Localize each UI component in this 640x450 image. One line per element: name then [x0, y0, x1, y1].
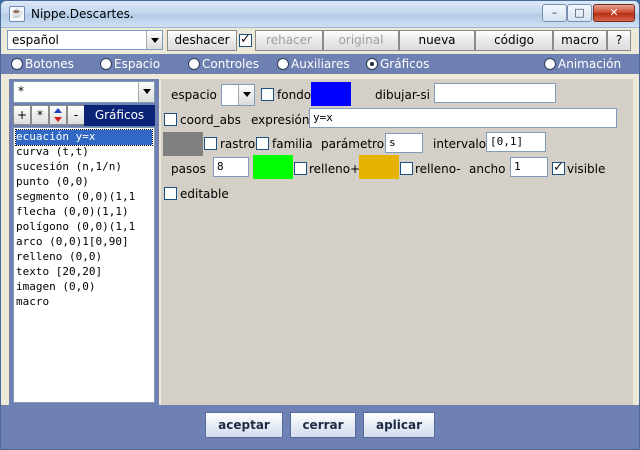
editor-window: ☕ Nippe.Descartes. – □ ✕ español deshace…: [0, 0, 640, 450]
java-app-icon: ☕: [9, 6, 25, 22]
tab-espacio[interactable]: Espacio: [100, 57, 180, 71]
radio-selected-icon: [366, 58, 378, 70]
relleno-minus-label: relleno-: [415, 162, 461, 176]
fondo-color-swatch[interactable]: [311, 82, 351, 106]
cancel-button[interactable]: cerrar: [290, 412, 356, 438]
remove-button[interactable]: -: [67, 105, 85, 125]
radio-icon: [188, 58, 200, 70]
up-down-arrows-icon: [54, 108, 62, 122]
list-item[interactable]: sucesión (n,1/n): [16, 160, 152, 175]
tab-controles[interactable]: Controles: [188, 57, 268, 71]
list-item[interactable]: ecuación y=x: [15, 129, 153, 146]
list-item[interactable]: macro: [16, 295, 152, 310]
duplicate-button[interactable]: *: [31, 105, 49, 125]
coord-abs-label: coord_abs: [180, 113, 241, 127]
list-item[interactable]: polígono (0,0)(1,1: [16, 220, 152, 235]
language-select[interactable]: español: [7, 30, 163, 50]
title-bar[interactable]: ☕ Nippe.Descartes. – □ ✕: [1, 1, 639, 28]
relleno-plus-label: relleno+: [309, 162, 361, 176]
undo-button[interactable]: deshacer: [167, 30, 237, 51]
language-value: español: [12, 33, 59, 47]
espacio-select[interactable]: [221, 84, 255, 106]
tab-graficos[interactable]: Gráficos: [366, 57, 446, 71]
rastro-label: rastro: [220, 137, 256, 151]
tab-auxiliares[interactable]: Auxiliares: [277, 57, 357, 71]
relleno-plus-color-swatch[interactable]: [253, 155, 293, 179]
maximize-button[interactable]: □: [567, 4, 592, 22]
properties-panel: espacio fondo dibujar-si coord_abs expre…: [161, 79, 633, 405]
tab-botones[interactable]: Botones: [11, 57, 91, 71]
expresion-label: expresión: [251, 113, 310, 127]
list-item[interactable]: segmento (0,0)(1,1: [16, 190, 152, 205]
undo-checkbox[interactable]: [239, 32, 252, 47]
radio-icon: [277, 58, 289, 70]
category-tabs: Botones Espacio Controles Auxiliares Grá…: [1, 54, 639, 74]
familia-label: familia: [272, 137, 313, 151]
help-button[interactable]: ?: [607, 30, 631, 51]
dialog-button-bar: aceptar cerrar aplicar: [1, 405, 639, 449]
apply-button[interactable]: aplicar: [363, 412, 435, 438]
add-button[interactable]: +: [13, 105, 31, 125]
graphics-list-panel: * + * - Gráficos ecuación y=x curva (t,t…: [9, 79, 159, 405]
rastro-checkbox[interactable]: [204, 137, 217, 150]
chevron-down-icon[interactable]: [146, 31, 162, 49]
chevron-down-icon[interactable]: [238, 85, 254, 105]
radio-icon: [544, 58, 556, 70]
fondo-checkbox[interactable]: [261, 88, 274, 101]
intervalo-input[interactable]: [0,1]: [486, 132, 546, 152]
list-item[interactable]: texto [20,20]: [16, 265, 152, 280]
ancho-input[interactable]: 1: [510, 157, 548, 177]
new-button[interactable]: nueva: [399, 30, 475, 51]
visible-label: visible: [567, 162, 606, 176]
radio-icon: [100, 58, 112, 70]
code-button[interactable]: código: [475, 30, 553, 51]
relleno-minus-color-swatch[interactable]: [359, 155, 399, 179]
filter-select[interactable]: *: [13, 81, 155, 103]
relleno-minus-checkbox[interactable]: [400, 162, 413, 175]
expresion-input[interactable]: y=x: [309, 108, 617, 128]
dibujar-si-input[interactable]: [434, 83, 556, 103]
original-button[interactable]: original: [323, 30, 399, 51]
relleno-plus-checkbox[interactable]: [294, 162, 307, 175]
intervalo-label: intervalo: [433, 137, 487, 151]
redo-button[interactable]: rehacer: [255, 30, 323, 51]
dibujar-si-label: dibujar-si: [375, 88, 430, 102]
list-item[interactable]: imagen (0,0): [16, 280, 152, 295]
list-item[interactable]: punto (0,0): [16, 175, 152, 190]
pasos-label: pasos: [171, 162, 206, 176]
window-title: Nippe.Descartes.: [31, 7, 134, 21]
espacio-label: espacio: [171, 88, 217, 102]
parametro-label: parámetro: [321, 137, 385, 151]
visible-checkbox[interactable]: [552, 160, 565, 175]
editable-checkbox[interactable]: [164, 187, 177, 200]
list-item[interactable]: relleno (0,0): [16, 250, 152, 265]
fondo-label: fondo: [277, 88, 312, 102]
coord-abs-checkbox[interactable]: [164, 113, 177, 126]
ancho-label: ancho: [469, 162, 506, 176]
minimize-button[interactable]: –: [542, 4, 567, 22]
list-item[interactable]: curva (t,t): [16, 145, 152, 160]
graphics-list[interactable]: ecuación y=x curva (t,t) sucesión (n,1/n…: [13, 127, 155, 403]
graficos-section-button[interactable]: Gráficos: [84, 105, 155, 126]
pasos-input[interactable]: 8: [213, 157, 249, 177]
list-item[interactable]: flecha (0,0)(1,1): [16, 205, 152, 220]
radio-icon: [11, 58, 23, 70]
familia-checkbox[interactable]: [256, 137, 269, 150]
move-up-down-button[interactable]: [49, 105, 67, 125]
toolbar: español deshacer rehacer original nueva …: [5, 30, 635, 52]
list-item[interactable]: arco (0,0)1[0,90]: [16, 235, 152, 250]
tab-animacion[interactable]: Animación: [544, 57, 624, 71]
accept-button[interactable]: aceptar: [205, 412, 283, 438]
macro-button[interactable]: macro: [553, 30, 607, 51]
editable-label: editable: [180, 187, 229, 201]
filter-value: *: [18, 84, 24, 98]
chevron-down-icon[interactable]: [138, 82, 154, 102]
rastro-color-swatch[interactable]: [163, 132, 203, 156]
close-window-button[interactable]: ✕: [593, 4, 635, 22]
parametro-input[interactable]: s: [385, 133, 423, 153]
